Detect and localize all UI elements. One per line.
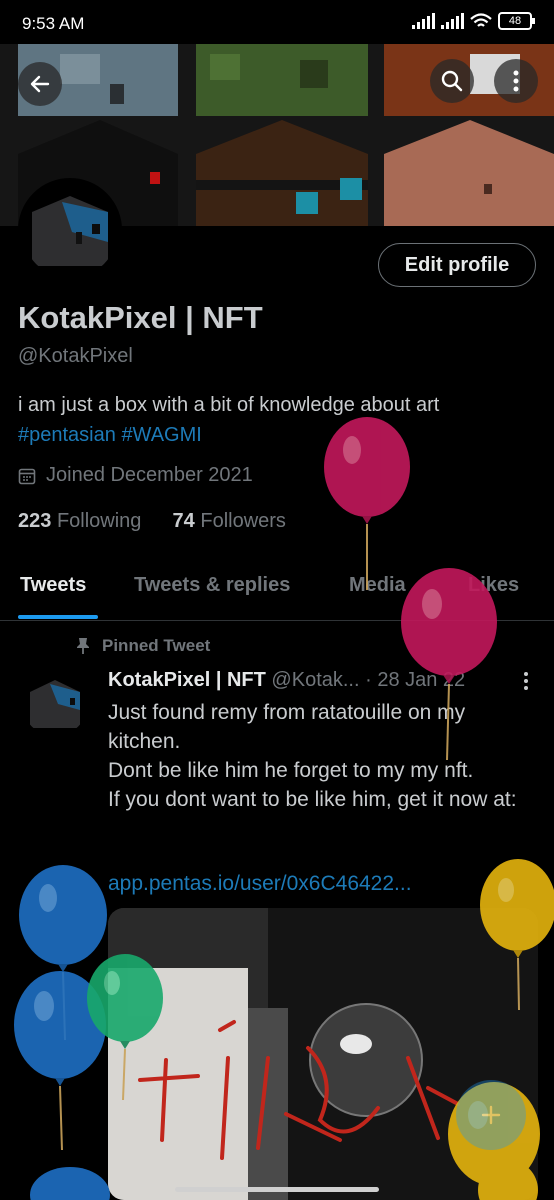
home-indicator[interactable] [175, 1187, 379, 1192]
balloon-red-icon [324, 417, 410, 590]
balloons-overlay [14, 417, 554, 1200]
balloon-green-icon [87, 954, 163, 1101]
balloon-red-icon [401, 568, 497, 761]
balloon-yellow-icon [480, 859, 554, 1011]
plus-icon [481, 1105, 501, 1125]
compose-tweet-button[interactable] [456, 1080, 526, 1150]
balloon-blue-icon [30, 1167, 110, 1200]
